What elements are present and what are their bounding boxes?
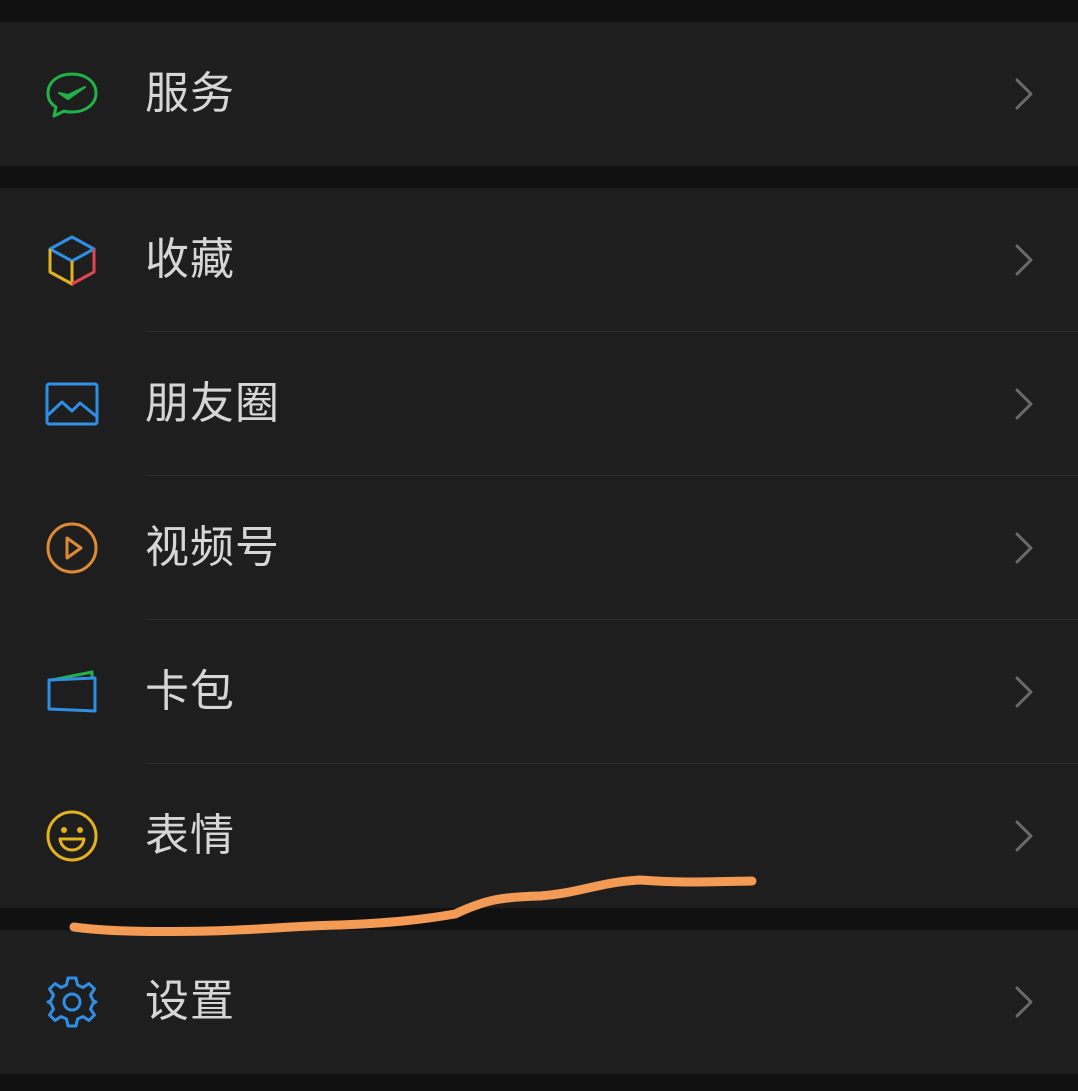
chevron-right-icon [1008, 244, 1040, 276]
menu-item-card-wallet[interactable]: 卡包 [0, 620, 1078, 764]
menu-item-stickers[interactable]: 表情 [0, 764, 1078, 908]
menu-item-moments[interactable]: 朋友圈 [0, 332, 1078, 476]
menu-item-label: 卡包 [145, 666, 235, 717]
favorites-cube-icon [44, 232, 100, 288]
channels-play-icon [44, 520, 100, 576]
menu-item-label: 服务 [145, 68, 235, 119]
menu-item-label: 表情 [145, 810, 235, 861]
menu-group-services: 服务 [0, 22, 1078, 166]
menu-item-label: 设置 [145, 976, 235, 1027]
card-wallet-icon [44, 664, 100, 720]
chevron-right-icon [1008, 532, 1040, 564]
menu-item-label: 视频号 [145, 522, 280, 573]
menu-item-settings[interactable]: 设置 [0, 930, 1078, 1074]
settings-gear-icon [44, 974, 100, 1030]
chevron-right-icon [1008, 78, 1040, 110]
chevron-right-icon [1008, 388, 1040, 420]
menu-group-settings: 设置 [0, 930, 1078, 1074]
menu-item-channels[interactable]: 视频号 [0, 476, 1078, 620]
menu-item-services[interactable]: 服务 [0, 22, 1078, 166]
menu-group-main: 收藏 朋友圈 视频号 卡包 表情 [0, 188, 1078, 908]
menu-item-label: 收藏 [145, 234, 235, 285]
menu-item-favorites[interactable]: 收藏 [0, 188, 1078, 332]
menu-item-label: 朋友圈 [145, 378, 280, 429]
sticker-smile-icon [44, 808, 100, 864]
services-icon [44, 66, 100, 122]
chevron-right-icon [1008, 676, 1040, 708]
chevron-right-icon [1008, 986, 1040, 1018]
chevron-right-icon [1008, 820, 1040, 852]
moments-image-icon [44, 376, 100, 432]
